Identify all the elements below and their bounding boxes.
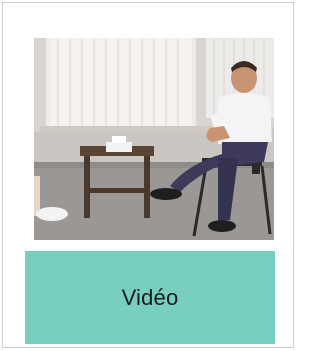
video-button[interactable]: Vidéo	[25, 251, 275, 344]
video-thumbnail-image	[34, 38, 274, 240]
video-button-label: Vidéo	[121, 284, 179, 310]
video-thumbnail[interactable]	[34, 38, 274, 240]
video-card: Vidéo	[2, 2, 294, 348]
